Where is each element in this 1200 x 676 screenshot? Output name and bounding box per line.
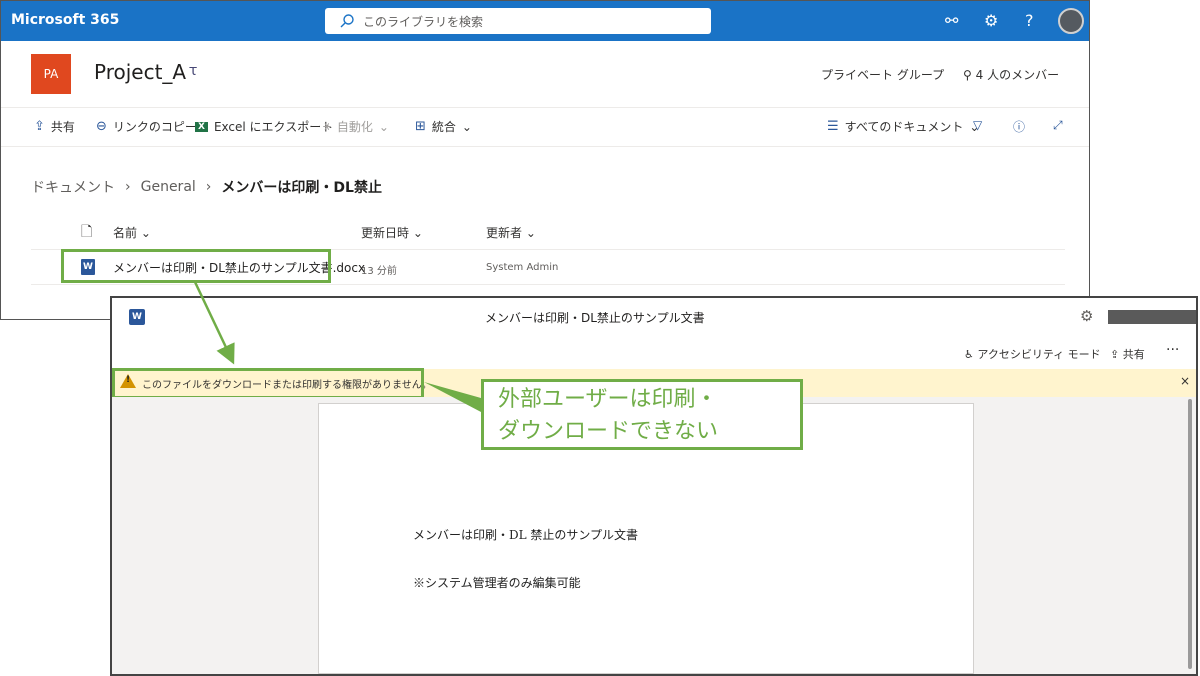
person-icon: ⚲	[963, 68, 972, 82]
teams-icon[interactable]: ꚍ	[189, 63, 197, 79]
people-icon[interactable]: ⚯	[945, 11, 958, 30]
sharepoint-window: Microsoft 365 このライブラリを検索 ⚯ ⚙ ? PA Projec…	[0, 0, 1090, 320]
share-label: 共有	[1122, 348, 1145, 361]
share-button[interactable]: ⇪ 共有	[1110, 346, 1145, 362]
breadcrumb-current: メンバーは印刷・DL禁止	[221, 180, 382, 196]
automate-button[interactable]: ⚹ 自動化 ⌄	[323, 118, 389, 135]
search-icon	[340, 14, 354, 28]
automate-label: 自動化	[336, 120, 373, 134]
document-line: メンバーは印刷・DL 禁止のサンプル文書	[413, 528, 639, 542]
scrollbar[interactable]	[1188, 399, 1192, 669]
chevron-down-icon: ⌄	[461, 119, 472, 134]
integrate-label: 統合	[431, 120, 456, 134]
share-icon: ⇪	[1110, 348, 1120, 361]
file-highlight-box	[61, 249, 331, 283]
word-window: W メンバーは印刷・DL禁止のサンプル文書 ⚙ ♿︎ アクセシビリティ モード …	[110, 296, 1198, 676]
members-label: 4 人のメンバー	[975, 68, 1060, 82]
export-excel-button[interactable]: X Excel にエクスポート	[195, 118, 333, 135]
column-modified[interactable]: 更新日時 ⌄	[361, 224, 423, 241]
word-icon: W	[129, 309, 145, 325]
integrate-icon: ⊞	[415, 119, 426, 134]
column-modified-by[interactable]: 更新者 ⌄	[486, 224, 536, 241]
suite-bar: Microsoft 365 このライブラリを検索 ⚯ ⚙ ?	[1, 1, 1089, 41]
info-icon[interactable]: ⓘ	[1013, 118, 1025, 135]
filter-icon[interactable]: ▽	[973, 118, 982, 132]
column-modified-by-label: 更新者	[486, 226, 523, 240]
breadcrumb-item[interactable]: ドキュメント	[31, 177, 115, 197]
integrate-button[interactable]: ⊞ 統合 ⌄	[415, 118, 472, 135]
search-placeholder: このライブラリを検索	[363, 15, 484, 29]
more-icon[interactable]: ···	[1166, 342, 1179, 358]
file-modified-by: System Admin	[486, 262, 559, 273]
help-icon[interactable]: ?	[1025, 11, 1034, 30]
chevron-down-icon: ⌄	[140, 226, 151, 240]
accessibility-mode-label: アクセシビリティ モード	[977, 348, 1101, 361]
members-button[interactable]: ⚲ 4 人のメンバー	[963, 66, 1059, 83]
privacy-label: プライベート グループ	[821, 68, 945, 82]
chevron-down-icon: ⌄	[412, 226, 423, 240]
chevron-down-icon: ⌄	[525, 226, 536, 240]
expand-icon[interactable]: ⤢	[1053, 118, 1063, 133]
divider	[31, 284, 1065, 285]
excel-icon: X	[195, 121, 208, 132]
column-name-label: 名前	[113, 226, 138, 240]
chevron-right-icon: ›	[125, 179, 131, 195]
column-name[interactable]: 名前 ⌄	[113, 224, 151, 241]
view-icon: ☰	[827, 119, 839, 134]
search-input[interactable]: このライブラリを検索	[325, 8, 711, 34]
export-excel-label: Excel にエクスポート	[213, 120, 334, 134]
divider	[1, 107, 1089, 108]
document-title: メンバーは印刷・DL禁止のサンプル文書	[485, 311, 705, 325]
accessibility-icon: ♿︎	[964, 348, 974, 361]
close-icon[interactable]: ×	[1180, 374, 1190, 388]
share-label: 共有	[50, 120, 75, 134]
file-modified: 13 分前	[361, 266, 397, 277]
breadcrumb: ドキュメント › General › メンバーは印刷・DL禁止	[31, 177, 382, 197]
accessibility-mode-button[interactable]: ♿︎ アクセシビリティ モード	[964, 346, 1101, 362]
automate-icon: ⚹	[323, 119, 331, 134]
message-highlight-box	[112, 368, 424, 399]
brand-label[interactable]: Microsoft 365	[11, 12, 119, 28]
callout-line: 外部ユーザーは印刷・	[498, 387, 718, 412]
share-button[interactable]: ⇪ 共有	[34, 118, 75, 135]
view-label: すべてのドキュメント	[844, 120, 964, 134]
copy-link-label: リンクのコピー	[112, 120, 197, 134]
divider	[1, 146, 1089, 147]
gear-icon[interactable]: ⚙	[984, 11, 998, 30]
site-logo: PA	[31, 54, 71, 94]
callout-line: ダウンロードできない	[498, 419, 719, 444]
column-modified-label: 更新日時	[361, 226, 410, 240]
file-type-icon[interactable]: 🗋	[81, 221, 92, 245]
redacted-account	[1108, 310, 1196, 324]
gear-icon[interactable]: ⚙	[1080, 307, 1093, 325]
chevron-right-icon: ›	[205, 179, 212, 195]
copy-link-button[interactable]: ⊖ リンクのコピー	[96, 118, 197, 135]
link-icon: ⊖	[96, 119, 107, 134]
site-title[interactable]: Project_A	[94, 60, 186, 84]
share-icon: ⇪	[34, 119, 45, 134]
document-line: ※システム管理者のみ編集可能	[413, 576, 581, 590]
view-selector[interactable]: ☰ すべてのドキュメント ⌄	[827, 118, 979, 135]
chevron-down-icon: ⌄	[378, 119, 389, 134]
breadcrumb-item[interactable]: General	[141, 179, 196, 195]
avatar[interactable]	[1058, 8, 1084, 34]
callout-box: 外部ユーザーは印刷・ ダウンロードできない	[481, 379, 803, 450]
